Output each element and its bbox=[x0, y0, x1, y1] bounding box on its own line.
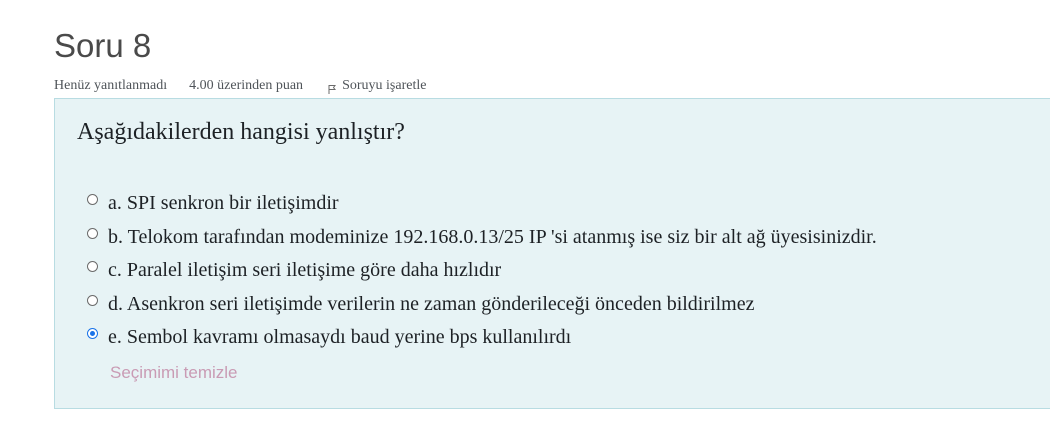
question-grade: 4.00 üzerinden puan bbox=[189, 78, 304, 93]
answer-label: c. Paralel iletişim seri iletişime göre … bbox=[108, 259, 502, 282]
answer-option-d[interactable]: d. Asenkron seri iletişimde verilerin ne… bbox=[87, 288, 877, 322]
question-state: Henüz yanıtlanmadı bbox=[54, 78, 168, 93]
answer-option-c[interactable]: c. Paralel iletişim seri iletişime göre … bbox=[87, 254, 877, 288]
flag-question-link[interactable]: Soruyu işaretle bbox=[327, 78, 426, 94]
radio-button[interactable] bbox=[87, 328, 98, 340]
answer-list: a. SPI senkron bir iletişimdir b. Teloko… bbox=[87, 187, 877, 355]
answer-option-b[interactable]: b. Telokom tarafından modeminize 192.168… bbox=[87, 221, 877, 255]
question-info: Henüz yanıtlanmadı 4.00 üzerinden puan S… bbox=[54, 76, 426, 96]
flag-icon bbox=[327, 83, 337, 94]
question-title: Soru 8 bbox=[54, 27, 152, 64]
flag-label: Soruyu işaretle bbox=[342, 78, 427, 93]
answer-label: a. SPI senkron bir iletişimdir bbox=[108, 192, 339, 215]
radio-button[interactable] bbox=[87, 194, 98, 206]
clear-choice-link[interactable]: Seçimimi temizle bbox=[110, 363, 238, 383]
answer-label: e. Sembol kavramı olmasaydı baud yerine … bbox=[108, 326, 572, 349]
answer-label: d. Asenkron seri iletişimde verilerin ne… bbox=[108, 292, 755, 315]
answer-label: b. Telokom tarafından modeminize 192.168… bbox=[108, 225, 877, 248]
answer-option-e[interactable]: e. Sembol kavramı olmasaydı baud yerine … bbox=[87, 321, 877, 355]
radio-button[interactable] bbox=[87, 294, 98, 306]
question-panel: Aşağıdakilerden hangisi yanlıştır? a. SP… bbox=[54, 98, 1050, 409]
answer-option-a[interactable]: a. SPI senkron bir iletişimdir bbox=[87, 187, 877, 221]
radio-button[interactable] bbox=[87, 227, 98, 239]
question-text: Aşağıdakilerden hangisi yanlıştır? bbox=[77, 119, 405, 145]
radio-button[interactable] bbox=[87, 261, 98, 273]
